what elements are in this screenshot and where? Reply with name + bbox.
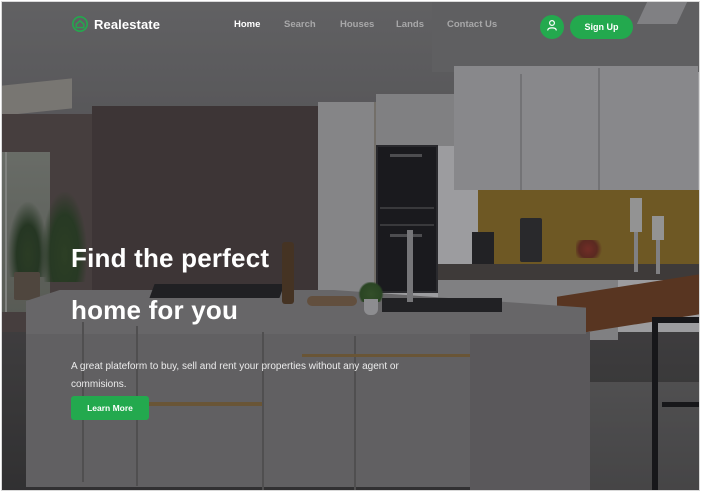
nav-item-search[interactable]: Search [284,19,316,30]
hero-title-line-1: Find the perfect [71,243,270,273]
hero-section: Find the perfect home for you A great pl… [71,232,451,420]
sign-up-button[interactable]: Sign Up [570,15,633,39]
hero-subtitle: A great plateform to buy, sell and rent … [71,361,399,390]
learn-more-button[interactable]: Learn More [71,396,149,420]
user-icon [546,18,558,36]
user-account-button[interactable] [540,15,564,39]
hero-title-line-2: home for you [71,295,239,325]
top-navbar: Realestate Home Search Houses Lands Cont… [2,2,699,52]
nav-item-houses[interactable]: Houses [340,19,374,30]
house-icon [72,16,88,32]
page-frame: Realestate Home Search Houses Lands Cont… [1,1,700,491]
nav-item-home[interactable]: Home [234,19,260,30]
brand-logo[interactable]: Realestate [72,16,160,32]
nav-item-lands[interactable]: Lands [396,19,424,30]
brand-name: Realestate [94,16,161,32]
nav-item-contact-us[interactable]: Contact Us [447,19,497,30]
